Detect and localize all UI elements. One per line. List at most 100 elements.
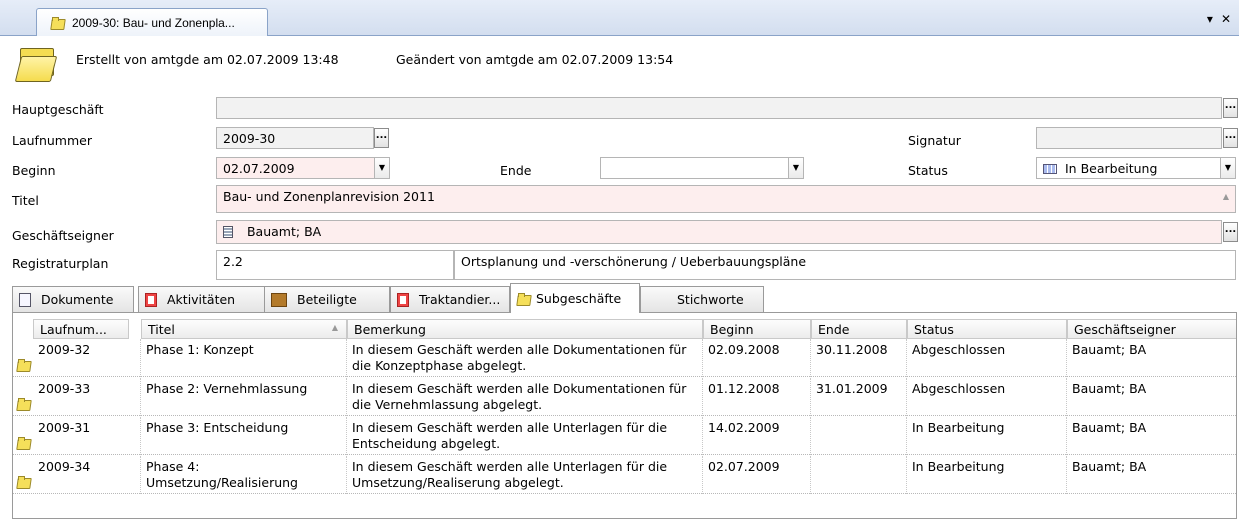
- folder-icon: [17, 476, 30, 488]
- registraturplan-text-field[interactable]: Ortsplanung und -verschönerung / Ueberba…: [454, 250, 1236, 280]
- cell-titel: Phase 3: Entscheidung: [141, 417, 347, 455]
- cell-ende: 31.01.2009: [811, 378, 907, 416]
- sort-ascending-icon: ▲: [331, 323, 338, 332]
- folder-icon: [17, 437, 30, 449]
- signatur-field[interactable]: [1036, 127, 1222, 149]
- status-label: Status: [908, 163, 948, 178]
- cell-laufnummer: 2009-33: [33, 378, 141, 416]
- close-icon[interactable]: ✕: [1221, 12, 1231, 26]
- building-icon: [223, 226, 233, 238]
- chevron-down-icon[interactable]: ▼: [374, 158, 389, 178]
- column-header-titel[interactable]: Titel ▲: [141, 319, 347, 339]
- cell-titel: Phase 2: Vernehmlassung: [141, 378, 347, 416]
- tab-beteiligte[interactable]: Beteiligte: [264, 286, 390, 312]
- cell-laufnummer: 2009-31: [33, 417, 141, 455]
- table-row[interactable]: 2009-34 Phase 4: Umsetzung/Realisierung In…: [13, 456, 1236, 494]
- cell-bemerkung: In diesem Geschäft werden alle Unterlage…: [347, 456, 703, 494]
- beginn-value: 02.07.2009: [223, 161, 295, 176]
- cell-bemerkung: In diesem Geschäft werden alle Dokumenta…: [347, 378, 703, 416]
- tab-strip-controls: ▾ ✕: [1207, 12, 1231, 26]
- ende-label: Ende: [500, 163, 532, 178]
- people-icon: [271, 292, 287, 307]
- status-icon: [1043, 164, 1057, 174]
- laufnummer-field[interactable]: 2009-30: [216, 127, 374, 149]
- status-value: In Bearbeitung: [1064, 161, 1158, 176]
- titel-label: Titel: [12, 193, 39, 208]
- folder-icon: [517, 292, 530, 305]
- laufnummer-browse-button[interactable]: ...: [374, 128, 389, 148]
- chevron-down-icon[interactable]: ▼: [788, 158, 803, 178]
- column-header-laufnummer[interactable]: Laufnum...: [33, 319, 129, 339]
- cell-laufnummer: 2009-32: [33, 339, 141, 377]
- cell-bemerkung: In diesem Geschäft werden alle Unterlage…: [347, 417, 703, 455]
- hauptgeschaeft-label: Hauptgeschäft: [12, 102, 104, 117]
- cell-ende: 30.11.2008: [811, 339, 907, 377]
- laufnummer-label: Laufnummer: [12, 133, 92, 148]
- cell-beginn: 02.09.2008: [703, 339, 811, 377]
- cell-laufnummer: 2009-34: [33, 456, 141, 494]
- created-info: Erstellt von amtgde am 02.07.2009 13:48: [76, 52, 339, 67]
- cell-beginn: 14.02.2009: [703, 417, 811, 455]
- cell-eigner: Bauamt; BA: [1067, 456, 1236, 494]
- cell-ende: [811, 417, 907, 455]
- cell-titel: Phase 1: Konzept: [141, 339, 347, 377]
- column-header-beginn[interactable]: Beginn: [703, 319, 811, 339]
- beginn-date-field[interactable]: 02.07.2009 ▼: [216, 157, 390, 179]
- folder-icon: [17, 359, 30, 371]
- cell-bemerkung: In diesem Geschäft werden alle Dokumenta…: [347, 339, 703, 377]
- folder-icon: [51, 16, 64, 29]
- tab-subgeschaefte[interactable]: Subgeschäfte: [510, 283, 640, 313]
- geschaeftseigner-field[interactable]: Bauamt; BA: [216, 220, 1222, 244]
- changed-info: Geändert von amtgde am 02.07.2009 13:54: [396, 52, 674, 67]
- cell-status: In Bearbeitung: [907, 456, 1067, 494]
- registraturplan-label: Registraturplan: [12, 256, 109, 271]
- tab-dokumente[interactable]: Dokumente: [12, 286, 134, 312]
- column-header-ende[interactable]: Ende: [811, 319, 907, 339]
- hauptgeschaeft-browse-button[interactable]: ...: [1223, 98, 1238, 118]
- signatur-label: Signatur: [908, 133, 961, 148]
- signatur-browse-button[interactable]: ...: [1223, 128, 1238, 148]
- cell-beginn: 01.12.2008: [703, 378, 811, 416]
- hauptgeschaeft-field[interactable]: [216, 97, 1222, 119]
- cell-eigner: Bauamt; BA: [1067, 378, 1236, 416]
- cell-status: Abgeschlossen: [907, 378, 1067, 416]
- titel-field[interactable]: Bau- und Zonenplanrevision 2011 ▲: [216, 185, 1236, 213]
- table-row[interactable]: 2009-31 Phase 3: Entscheidung In diesem Ge…: [13, 417, 1236, 455]
- folder-icon: [14, 44, 60, 86]
- subgeschaefte-table: Laufnum... Titel ▲ Bemerkung Beginn Ende…: [12, 312, 1237, 519]
- column-header-geschaeftseigner[interactable]: Geschäftseigner: [1067, 319, 1236, 339]
- geschaeftseigner-value: Bauamt; BA: [246, 224, 322, 239]
- cell-beginn: 02.07.2009: [703, 456, 811, 494]
- cell-ende: [811, 456, 907, 494]
- document-tab[interactable]: 2009-30: Bau- und Zonenpla...: [36, 8, 268, 36]
- document-tab-strip: 2009-30: Bau- und Zonenpla... ▾ ✕: [0, 0, 1239, 36]
- titel-value: Bau- und Zonenplanrevision 2011: [223, 189, 435, 204]
- table-row[interactable]: 2009-32 Phase 1: Konzept In diesem Geschäf…: [13, 339, 1236, 377]
- agenda-icon: [397, 292, 409, 307]
- geschaeftseigner-browse-button[interactable]: ...: [1223, 222, 1238, 242]
- scroll-up-icon[interactable]: ▲: [1223, 192, 1229, 201]
- tab-menu-icon[interactable]: ▾: [1207, 12, 1213, 26]
- document-icon: [19, 292, 31, 307]
- tab-aktivitaeten[interactable]: Aktivitäten: [138, 286, 266, 312]
- status-select[interactable]: In Bearbeitung ▼: [1036, 157, 1236, 179]
- chevron-down-icon[interactable]: ▼: [1220, 158, 1235, 178]
- column-header-status[interactable]: Status: [907, 319, 1067, 339]
- cell-status: In Bearbeitung: [907, 417, 1067, 455]
- cell-titel: Phase 4: Umsetzung/Realisierung: [141, 456, 347, 494]
- document-tab-title: 2009-30: Bau- und Zonenpla...: [72, 15, 235, 30]
- table-row[interactable]: 2009-33 Phase 2: Vernehmlassung In diesem …: [13, 378, 1236, 416]
- tab-traktandierung[interactable]: Traktandier...: [390, 286, 510, 312]
- checkbox-icon: [145, 292, 157, 307]
- cell-status: Abgeschlossen: [907, 339, 1067, 377]
- registraturplan-code-field[interactable]: 2.2: [216, 250, 454, 280]
- beginn-label: Beginn: [12, 163, 56, 178]
- folder-icon: [17, 398, 30, 410]
- cell-eigner: Bauamt; BA: [1067, 339, 1236, 377]
- table-header: Laufnum... Titel ▲ Bemerkung Beginn Ende…: [13, 319, 1236, 339]
- cell-eigner: Bauamt; BA: [1067, 417, 1236, 455]
- tab-stichworte[interactable]: Stichworte: [640, 286, 764, 312]
- geschaeftseigner-label: Geschäftseigner: [12, 228, 114, 243]
- column-header-bemerkung[interactable]: Bemerkung: [347, 319, 703, 339]
- ende-date-field[interactable]: ▼: [600, 157, 804, 179]
